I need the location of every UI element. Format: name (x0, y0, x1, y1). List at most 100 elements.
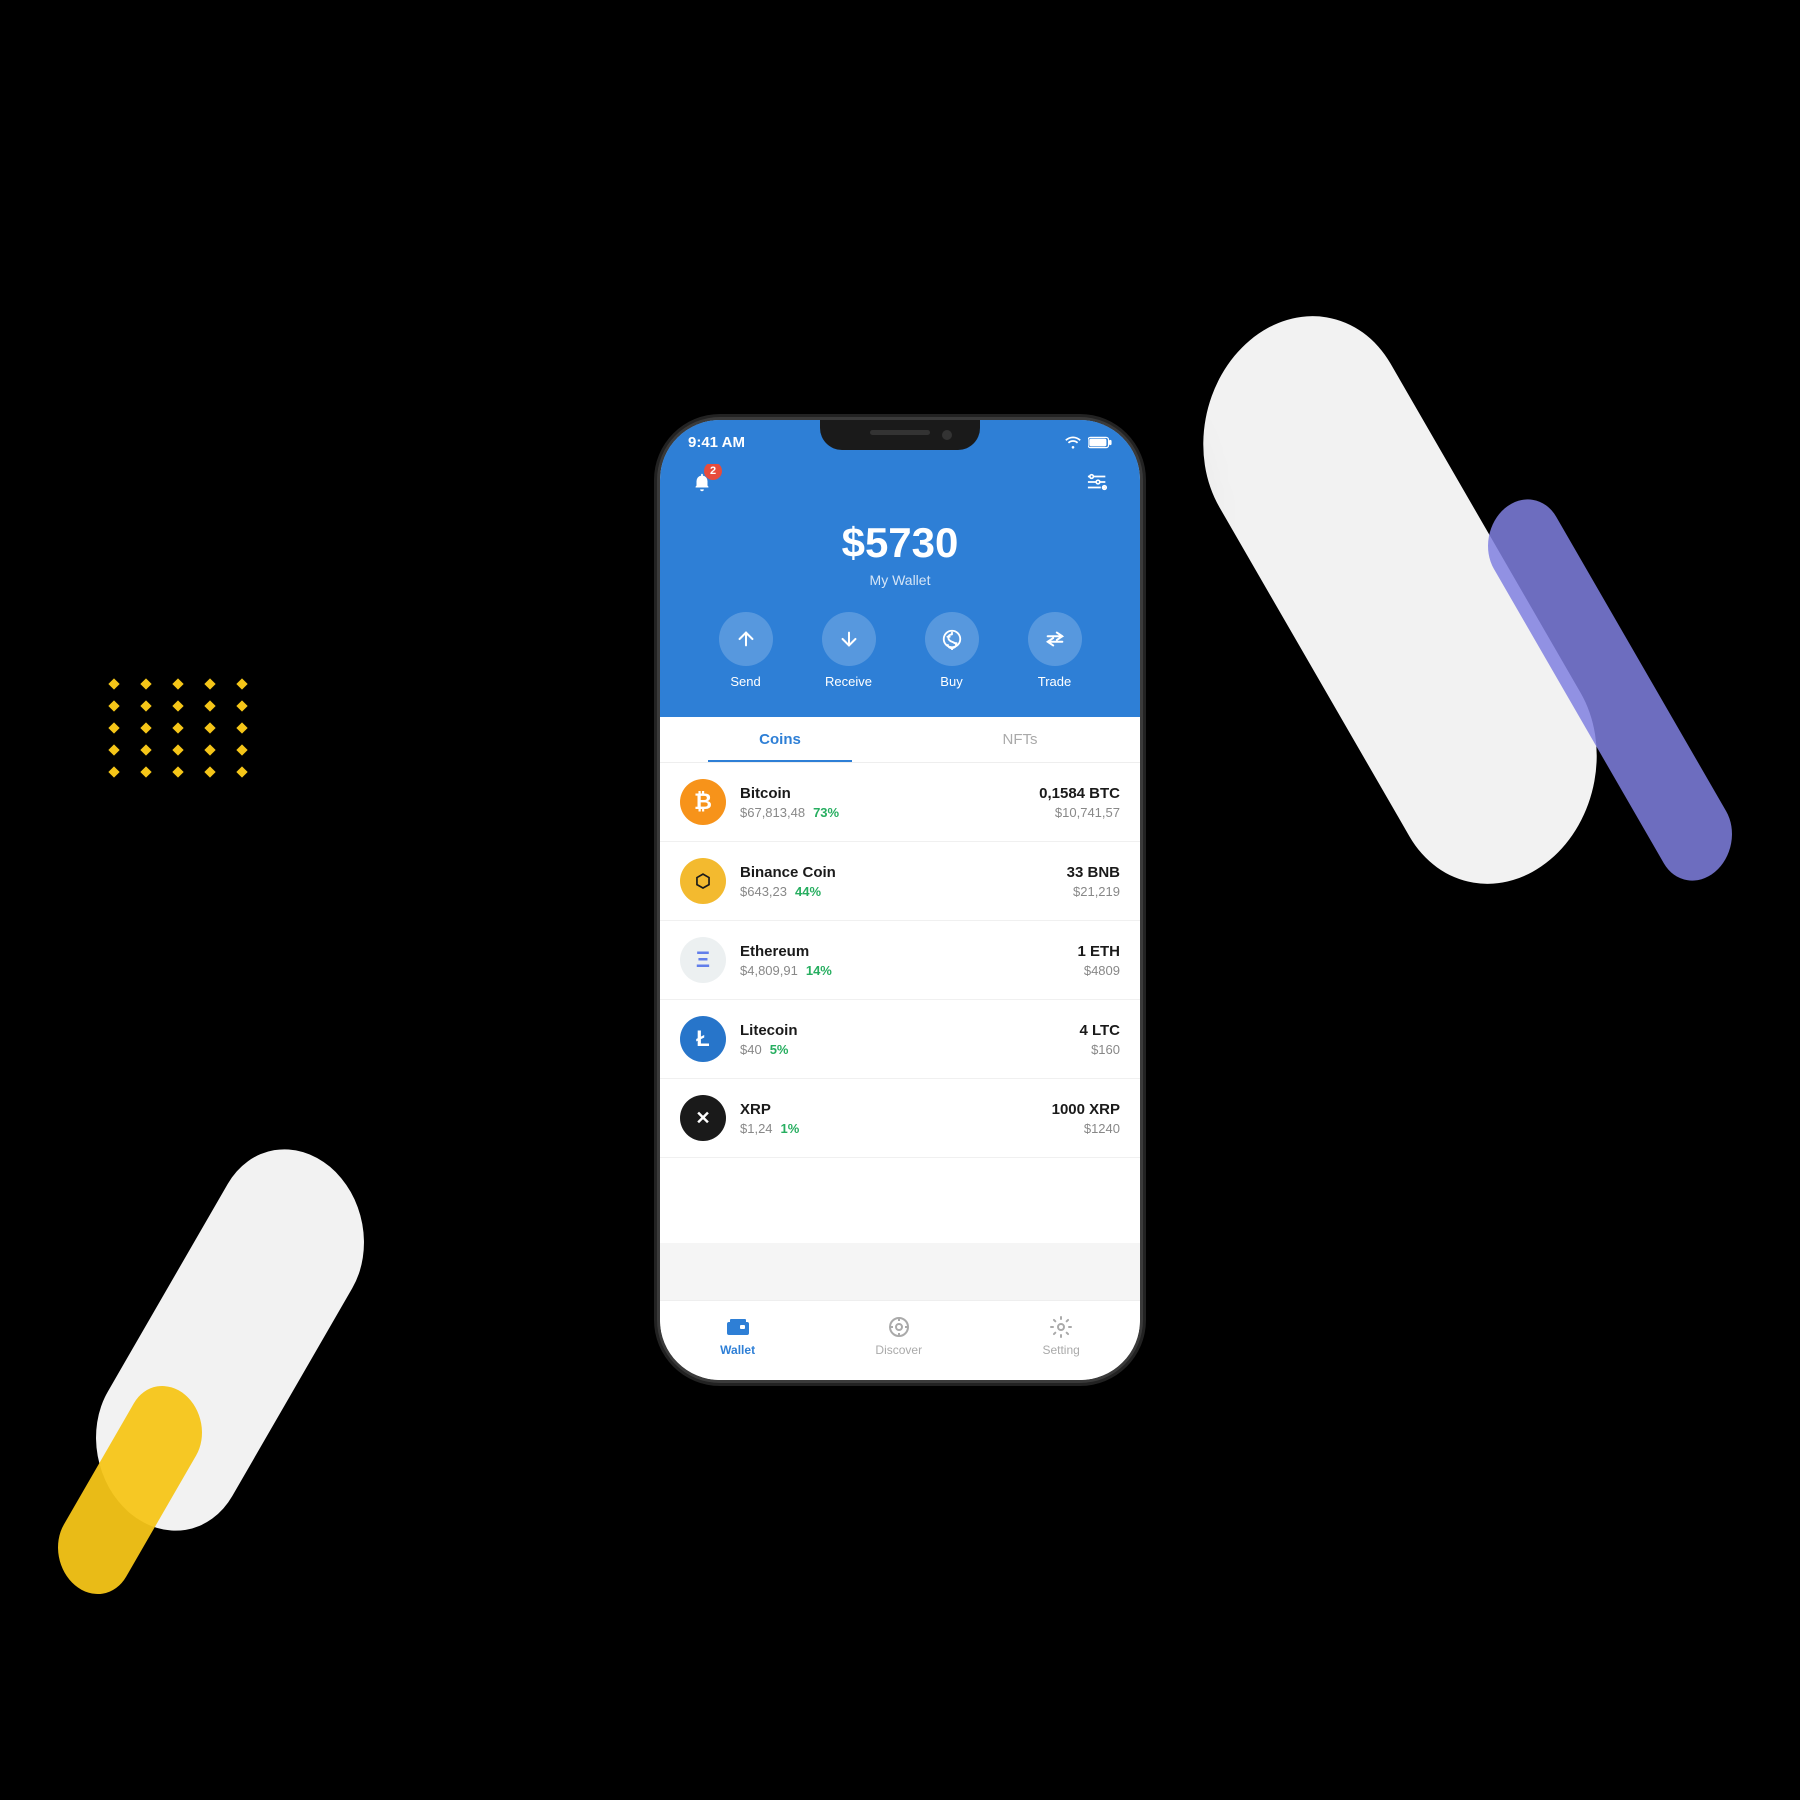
coin-list: ₿ Bitcoin $67,813,48 73% 0,1584 BTC $10,… (660, 763, 1140, 1243)
wifi-icon (1064, 435, 1082, 449)
notch-speaker (870, 430, 930, 435)
buy-label: Buy (940, 674, 962, 689)
eth-name: Ethereum (740, 943, 1077, 960)
trade-label: Trade (1038, 674, 1071, 689)
nav-wallet[interactable]: Wallet (720, 1315, 755, 1357)
status-icons (1064, 435, 1112, 449)
trade-icon-circle (1028, 612, 1082, 666)
eth-amount: 1 ETH (1077, 943, 1120, 960)
xrp-amount: 1000 XRP (1052, 1101, 1120, 1118)
discover-nav-label: Discover (875, 1343, 922, 1357)
eth-value: $4809 (1077, 963, 1120, 978)
eth-icon: Ξ (680, 937, 726, 983)
receive-button[interactable]: Receive (822, 612, 876, 689)
receive-label: Receive (825, 674, 872, 689)
balance-amount: $5730 (684, 520, 1116, 566)
btc-amount: 0,1584 BTC (1039, 785, 1120, 802)
btc-change: 73% (813, 805, 839, 820)
tabs-container: Coins NFTs (660, 717, 1140, 763)
eth-change: 14% (806, 963, 832, 978)
dot-grid-decoration (110, 680, 256, 776)
btc-value: $10,741,57 (1039, 805, 1120, 820)
xrp-name: XRP (740, 1101, 1052, 1118)
notification-button[interactable]: 2 (684, 464, 720, 500)
wallet-label: My Wallet (684, 572, 1116, 588)
btc-meta: $67,813,48 73% (740, 805, 1039, 820)
battery-icon (1088, 436, 1112, 449)
bnb-info: Binance Coin $643,23 44% (740, 864, 1067, 899)
header-top: 2 (684, 464, 1116, 500)
action-buttons: Send Receive (684, 612, 1116, 689)
send-icon (735, 628, 757, 650)
notch-camera (942, 430, 952, 440)
ltc-price: $40 (740, 1042, 762, 1057)
receive-icon-circle (822, 612, 876, 666)
setting-nav-label: Setting (1042, 1343, 1079, 1357)
nav-discover[interactable]: Discover (875, 1315, 922, 1357)
bnb-meta: $643,23 44% (740, 884, 1067, 899)
xrp-value: $1240 (1052, 1121, 1120, 1136)
ltc-meta: $40 5% (740, 1042, 1079, 1057)
send-label: Send (730, 674, 760, 689)
bnb-balance: 33 BNB $21,219 (1067, 864, 1120, 899)
coin-item-xrp[interactable]: ✕ XRP $1,24 1% 1000 XRP $1240 (660, 1079, 1140, 1158)
nav-setting[interactable]: Setting (1042, 1315, 1079, 1357)
bottom-nav: Wallet Discover Setting (660, 1300, 1140, 1380)
xrp-balance: 1000 XRP $1240 (1052, 1101, 1120, 1136)
status-time: 9:41 AM (688, 434, 745, 451)
filter-icon (1087, 471, 1109, 493)
eth-meta: $4,809,91 14% (740, 963, 1077, 978)
buy-icon-circle (925, 612, 979, 666)
btc-icon: ₿ (680, 779, 726, 825)
send-icon-circle (719, 612, 773, 666)
ltc-value: $160 (1079, 1042, 1120, 1057)
bnb-price: $643,23 (740, 884, 787, 899)
wallet-balance: $5730 (684, 520, 1116, 566)
wallet-nav-icon (726, 1315, 750, 1339)
filter-settings-button[interactable] (1080, 464, 1116, 500)
btc-price: $67,813,48 (740, 805, 805, 820)
btc-info: Bitcoin $67,813,48 73% (740, 785, 1039, 820)
tab-coins[interactable]: Coins (660, 717, 900, 762)
ltc-amount: 4 LTC (1079, 1022, 1120, 1039)
xrp-meta: $1,24 1% (740, 1121, 1052, 1136)
tab-nfts[interactable]: NFTs (900, 717, 1140, 762)
buy-button[interactable]: Buy (925, 612, 979, 689)
btc-name: Bitcoin (740, 785, 1039, 802)
xrp-price: $1,24 (740, 1121, 773, 1136)
bnb-value: $21,219 (1067, 884, 1120, 899)
ltc-change: 5% (770, 1042, 789, 1057)
btc-balance: 0,1584 BTC $10,741,57 (1039, 785, 1120, 820)
coin-item-btc[interactable]: ₿ Bitcoin $67,813,48 73% 0,1584 BTC $10,… (660, 763, 1140, 842)
setting-nav-icon (1049, 1315, 1073, 1339)
xrp-info: XRP $1,24 1% (740, 1101, 1052, 1136)
coin-item-bnb[interactable]: ⬡ Binance Coin $643,23 44% 33 BNB $21,21… (660, 842, 1140, 921)
wallet-header: 2 $5730 (660, 420, 1140, 717)
ltc-info: Litecoin $40 5% (740, 1022, 1079, 1057)
wallet-nav-label: Wallet (720, 1343, 755, 1357)
ltc-name: Litecoin (740, 1022, 1079, 1039)
xrp-icon: ✕ (680, 1095, 726, 1141)
receive-icon (838, 628, 860, 650)
bnb-icon: ⬡ (680, 858, 726, 904)
ltc-balance: 4 LTC $160 (1079, 1022, 1120, 1057)
eth-price: $4,809,91 (740, 963, 798, 978)
phone-frame: 9:41 AM 2 (660, 420, 1140, 1380)
bnb-name: Binance Coin (740, 864, 1067, 881)
trade-button[interactable]: Trade (1028, 612, 1082, 689)
notification-badge: 2 (704, 462, 722, 480)
xrp-change: 1% (781, 1121, 800, 1136)
ltc-icon: Ł (680, 1016, 726, 1062)
coin-item-ltc[interactable]: Ł Litecoin $40 5% 4 LTC $160 (660, 1000, 1140, 1079)
bnb-amount: 33 BNB (1067, 864, 1120, 881)
discover-nav-icon (887, 1315, 911, 1339)
phone-notch (820, 420, 980, 450)
phone-screen: 9:41 AM 2 (660, 420, 1140, 1380)
send-button[interactable]: Send (719, 612, 773, 689)
eth-balance: 1 ETH $4809 (1077, 943, 1120, 978)
trade-icon (1044, 628, 1066, 650)
coin-item-eth[interactable]: Ξ Ethereum $4,809,91 14% 1 ETH $4809 (660, 921, 1140, 1000)
buy-icon (941, 628, 963, 650)
eth-info: Ethereum $4,809,91 14% (740, 943, 1077, 978)
bnb-change: 44% (795, 884, 821, 899)
